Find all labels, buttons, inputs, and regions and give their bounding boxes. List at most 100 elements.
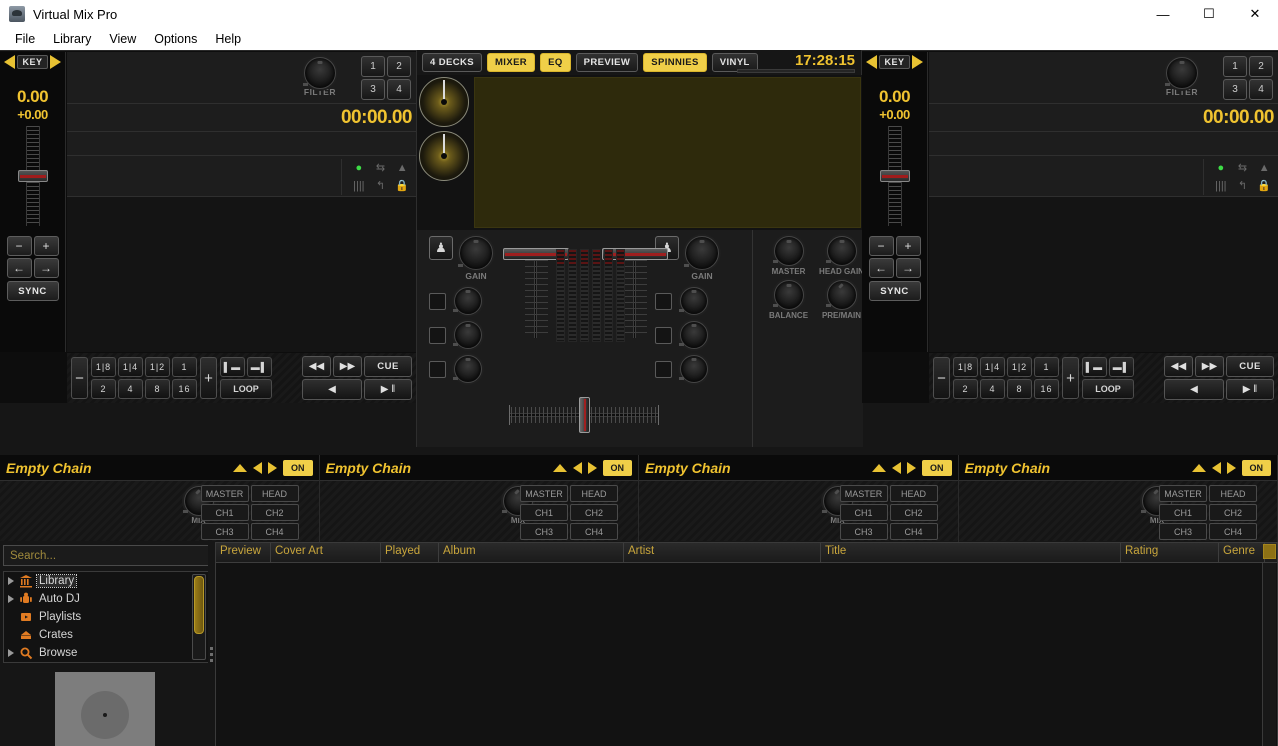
hotcue-4[interactable]: 4 bbox=[387, 79, 411, 100]
chain-on-button[interactable]: ON bbox=[283, 459, 313, 476]
repeat-icon[interactable]: ⇆ bbox=[1238, 162, 1247, 174]
eject-icon[interactable]: ▲ bbox=[397, 162, 408, 174]
route-ch3[interactable]: CH3 bbox=[1159, 523, 1207, 540]
key-down-icon[interactable] bbox=[4, 55, 16, 69]
hotcue-4[interactable]: 4 bbox=[1249, 79, 1273, 100]
loop-1-4[interactable]: 1|4 bbox=[980, 357, 1005, 377]
key-button[interactable]: KEY bbox=[17, 55, 48, 69]
column-title[interactable]: Title bbox=[821, 543, 1121, 562]
spinny-deck-a[interactable] bbox=[419, 77, 469, 127]
key-up-icon[interactable] bbox=[911, 55, 923, 69]
chain-next-icon[interactable] bbox=[587, 461, 597, 474]
route-ch4[interactable]: CH4 bbox=[570, 523, 618, 540]
pre-main-knob[interactable] bbox=[825, 280, 857, 310]
column-artist[interactable]: Artist bbox=[624, 543, 821, 562]
route-master[interactable]: MASTER bbox=[1159, 485, 1207, 502]
reverse-play-button[interactable]: ◀ bbox=[1164, 379, 1224, 400]
eq-kill-high-a[interactable] bbox=[429, 292, 446, 310]
reverse-icon[interactable]: ↰ bbox=[1238, 180, 1247, 192]
chain-prev-icon[interactable] bbox=[253, 461, 262, 474]
loop-out-icon[interactable]: ▬▌ bbox=[1109, 357, 1134, 377]
pitch-minus-button[interactable]: − bbox=[6, 236, 32, 256]
loop-1-4[interactable]: 1|4 bbox=[118, 357, 143, 377]
eq-kill-low-a[interactable] bbox=[429, 360, 446, 378]
reverse-play-button[interactable]: ◀ bbox=[302, 379, 362, 400]
deck-right-pitch-slider[interactable] bbox=[879, 126, 910, 226]
deck-right-filter[interactable]: FILTER bbox=[1164, 57, 1198, 97]
hotcue-2[interactable]: 2 bbox=[1249, 56, 1273, 77]
deck-right-waveform-overview[interactable]: FILTER 1 2 3 4 bbox=[929, 52, 1278, 104]
eq-high-knob-b[interactable] bbox=[679, 287, 708, 315]
loop-2[interactable]: 2 bbox=[953, 379, 978, 399]
route-ch4[interactable]: CH4 bbox=[889, 523, 938, 540]
expand-arrow-icon[interactable] bbox=[8, 595, 14, 603]
menu-file[interactable]: File bbox=[6, 30, 44, 48]
pitch-plus-button[interactable]: + bbox=[33, 236, 59, 256]
loop-1-2[interactable]: 1|2 bbox=[1007, 357, 1032, 377]
tab-4-decks[interactable]: 4 DECKS bbox=[422, 53, 482, 72]
play-pause-button[interactable]: ▶ ‖ bbox=[364, 379, 412, 400]
chain-on-button[interactable]: ON bbox=[602, 459, 632, 476]
route-master[interactable]: MASTER bbox=[520, 485, 568, 502]
sidebar-item-browse[interactable]: Browse bbox=[4, 644, 208, 662]
fastforward-button[interactable]: ▶▶ bbox=[333, 356, 362, 377]
slip-icon[interactable]: |||| bbox=[353, 180, 364, 192]
search-input[interactable] bbox=[3, 545, 209, 566]
nudge-forward-button[interactable]: → bbox=[895, 258, 921, 278]
loop-toggle-button[interactable]: LOOP bbox=[1082, 379, 1134, 399]
chain-prev-icon[interactable] bbox=[572, 461, 582, 474]
hotcue-1[interactable]: 1 bbox=[361, 56, 385, 77]
sync-button[interactable]: SYNC bbox=[6, 281, 59, 301]
loop-1-8[interactable]: 1|8 bbox=[91, 357, 116, 377]
route-master[interactable]: MASTER bbox=[839, 485, 888, 502]
loop-1[interactable]: 1 bbox=[1034, 357, 1059, 377]
route-ch2[interactable]: CH2 bbox=[1209, 504, 1257, 521]
loop-size-increase-button[interactable]: + bbox=[1062, 357, 1079, 399]
pitch-thumb[interactable] bbox=[17, 170, 48, 182]
cue-button[interactable]: CUE bbox=[364, 356, 412, 377]
deck-left-pitch-slider[interactable] bbox=[17, 126, 48, 226]
rewind-button[interactable]: ◀◀ bbox=[302, 356, 331, 377]
balance-knob[interactable] bbox=[772, 280, 804, 310]
maximize-button[interactable]: ☐ bbox=[1186, 0, 1232, 28]
track-list-body[interactable] bbox=[216, 563, 1277, 746]
rewind-button[interactable]: ◀◀ bbox=[1164, 356, 1193, 377]
route-ch2[interactable]: CH2 bbox=[889, 504, 938, 521]
route-ch1[interactable]: CH1 bbox=[200, 504, 249, 521]
deck-left-waveform-detail[interactable] bbox=[67, 132, 416, 156]
chain-on-button[interactable]: ON bbox=[1241, 459, 1271, 476]
repeat-icon[interactable]: ⇆ bbox=[376, 162, 385, 174]
eq-low-knob-a[interactable] bbox=[453, 355, 482, 383]
key-button[interactable]: KEY bbox=[879, 55, 910, 69]
route-ch1[interactable]: CH1 bbox=[1159, 504, 1207, 521]
menu-options[interactable]: Options bbox=[145, 30, 206, 48]
pitch-plus-button[interactable]: + bbox=[895, 236, 921, 256]
route-ch4[interactable]: CH4 bbox=[250, 523, 299, 540]
route-head[interactable]: HEAD bbox=[250, 485, 299, 502]
lock-icon[interactable]: 🔒 bbox=[395, 180, 409, 192]
route-ch2[interactable]: CH2 bbox=[250, 504, 299, 521]
chain-next-icon[interactable] bbox=[907, 461, 916, 474]
loop-16[interactable]: 16 bbox=[172, 379, 197, 399]
key-up-icon[interactable] bbox=[49, 55, 61, 69]
loop-8[interactable]: 8 bbox=[145, 379, 170, 399]
sidebar-item-playlists[interactable]: Playlists bbox=[4, 608, 208, 626]
loop-16[interactable]: 16 bbox=[1034, 379, 1059, 399]
menu-view[interactable]: View bbox=[100, 30, 145, 48]
deck-left-waveform-overview[interactable]: FILTER 1 2 3 4 bbox=[67, 52, 416, 104]
chain-prev-icon[interactable] bbox=[1211, 461, 1221, 474]
gain-knob-a[interactable] bbox=[458, 236, 493, 270]
loop-1-2[interactable]: 1|2 bbox=[145, 357, 170, 377]
route-ch1[interactable]: CH1 bbox=[839, 504, 888, 521]
loop-size-decrease-button[interactable]: − bbox=[71, 357, 88, 399]
chain-eject-icon[interactable] bbox=[233, 463, 247, 472]
track-list-scroll-corner[interactable] bbox=[1263, 544, 1276, 559]
pitch-minus-button[interactable]: − bbox=[868, 236, 894, 256]
head-gain-knob[interactable] bbox=[825, 236, 857, 266]
chain-eject-icon[interactable] bbox=[552, 463, 567, 472]
tab-mixer[interactable]: MIXER bbox=[486, 53, 536, 72]
hotcue-1[interactable]: 1 bbox=[1223, 56, 1247, 77]
column-album[interactable]: Album bbox=[439, 543, 624, 562]
loop-in-icon[interactable]: ▌▬ bbox=[220, 357, 245, 377]
tab-preview[interactable]: PREVIEW bbox=[575, 53, 639, 72]
